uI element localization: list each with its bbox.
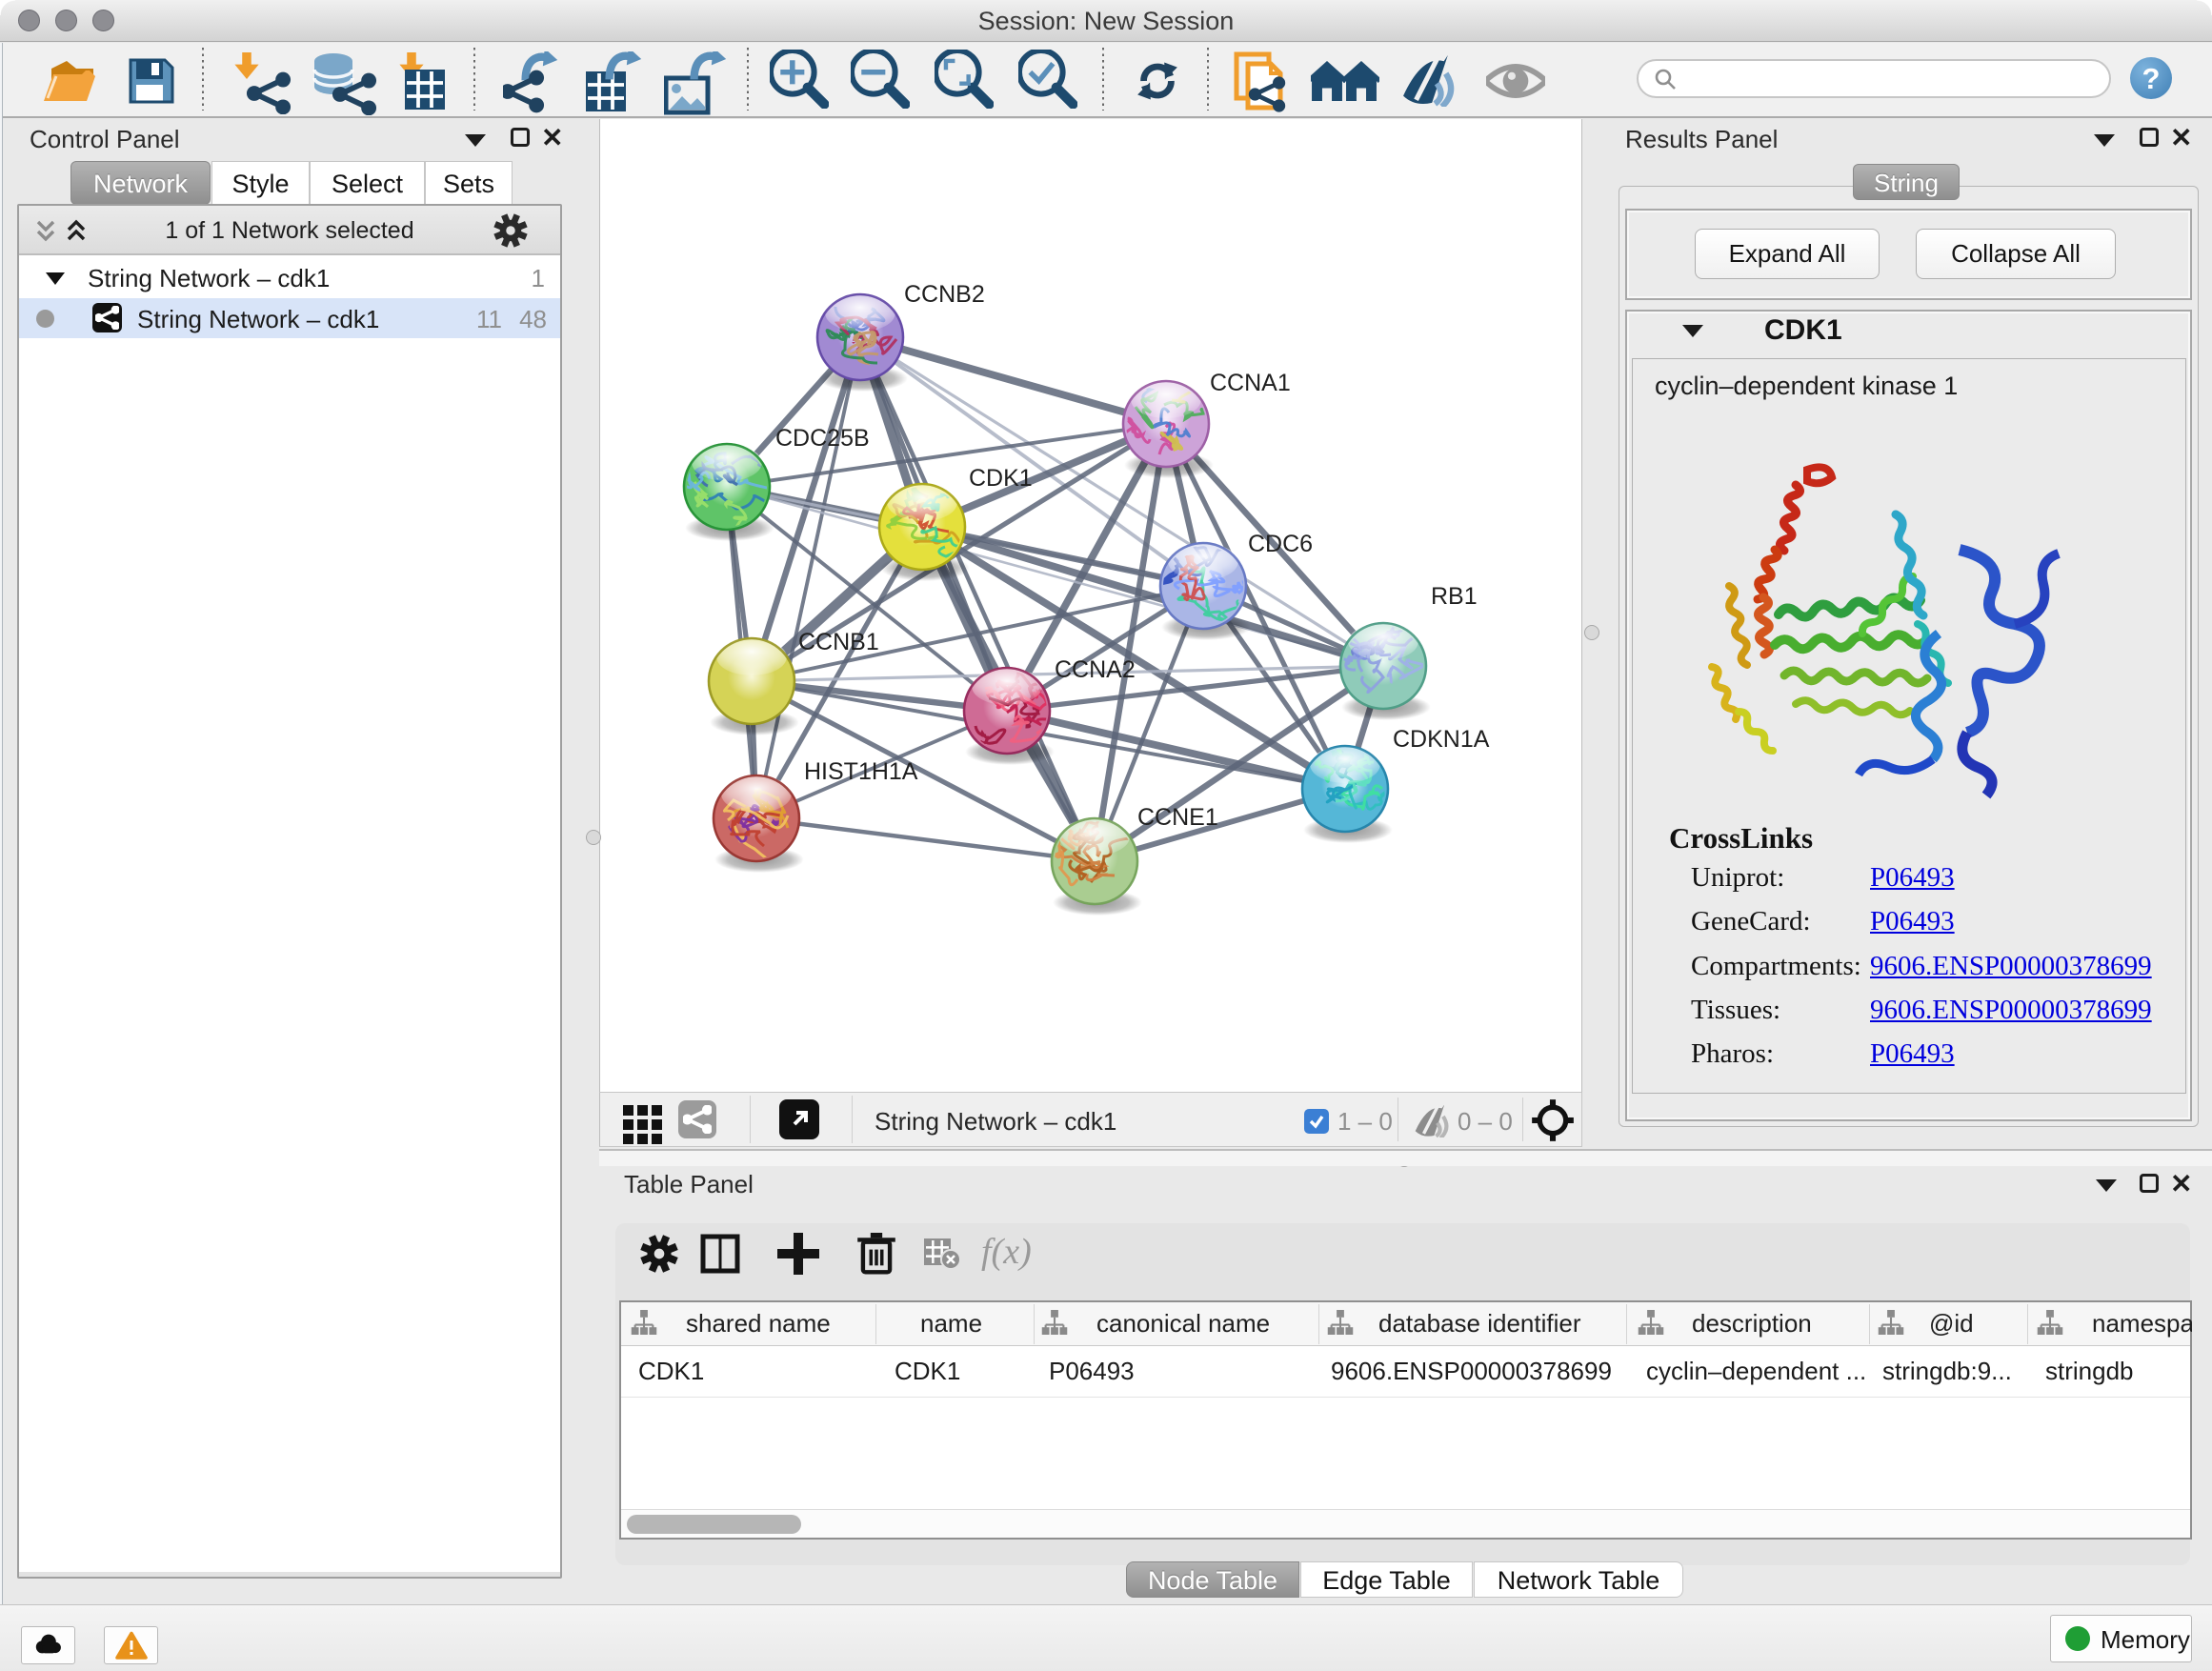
svg-text:CCNA2: CCNA2 (1055, 656, 1136, 683)
svg-text:CDC25B: CDC25B (775, 425, 870, 452)
svg-text:CDK1: CDK1 (969, 465, 1033, 492)
svg-text:HIST1H1A: HIST1H1A (804, 758, 918, 785)
svg-text:CCNA1: CCNA1 (1210, 370, 1291, 396)
svg-text:CCNB1: CCNB1 (798, 629, 879, 655)
svg-text:CDC6: CDC6 (1248, 531, 1313, 557)
svg-text:CDKN1A: CDKN1A (1393, 726, 1490, 753)
svg-text:CCNE1: CCNE1 (1137, 804, 1218, 831)
svg-text:CCNB2: CCNB2 (904, 281, 985, 308)
svg-text:RB1: RB1 (1431, 583, 1478, 610)
